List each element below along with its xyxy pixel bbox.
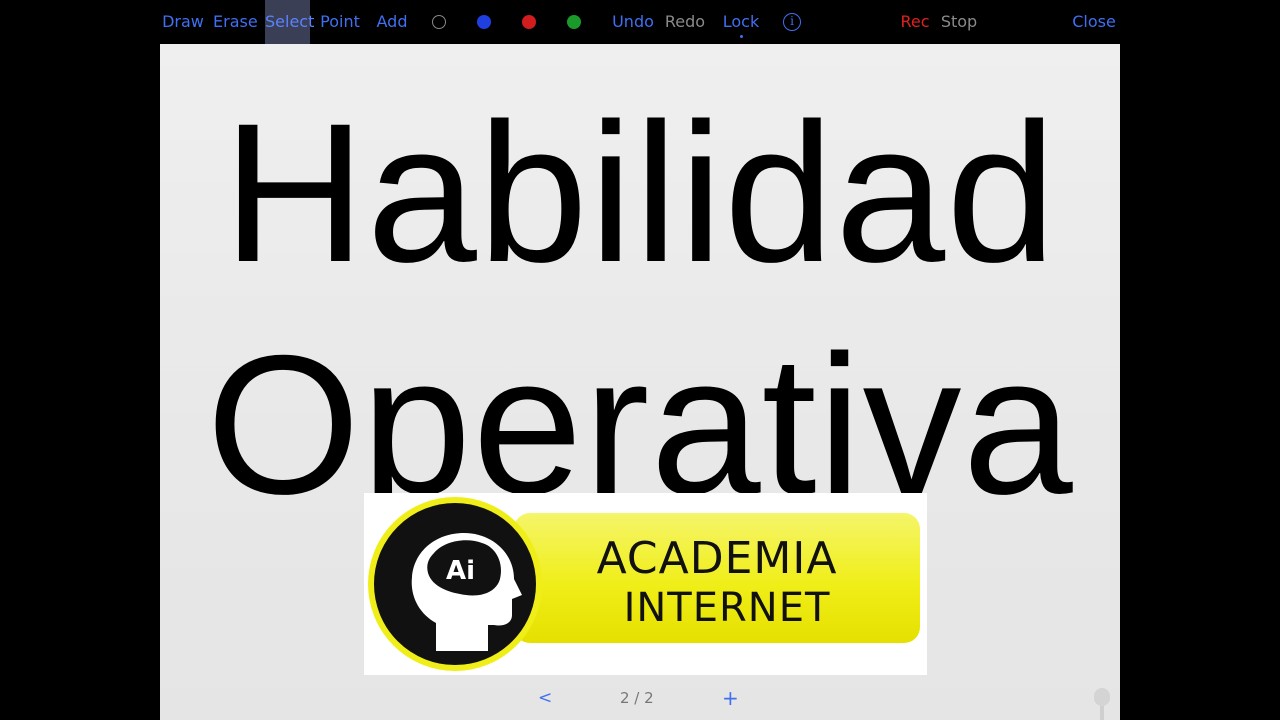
page-counter: 2 / 2 — [620, 689, 654, 707]
stop-button[interactable]: Stop — [940, 0, 978, 44]
logo-yellow-bar: ACADEMIA INTERNET — [514, 513, 920, 643]
slide-title-line-1: Habilidad — [222, 82, 1058, 303]
logo-circle: Ai — [368, 497, 542, 671]
add-button[interactable]: Add — [374, 0, 410, 44]
erase-button[interactable]: Erase — [213, 0, 258, 44]
color-black-swatch[interactable] — [432, 15, 446, 29]
color-blue-swatch[interactable] — [477, 15, 491, 29]
point-button[interactable]: Point — [319, 0, 361, 44]
lock-indicator-dot — [740, 35, 743, 38]
draw-button[interactable]: Draw — [160, 0, 206, 44]
select-button[interactable]: Select — [265, 0, 314, 44]
academia-internet-logo: ACADEMIA INTERNET Ai — [364, 493, 927, 675]
prev-page-button[interactable]: < — [538, 686, 552, 710]
logo-badge-text: Ai — [446, 556, 475, 586]
logo-text-internet: INTERNET — [623, 585, 831, 631]
color-red-swatch[interactable] — [522, 15, 536, 29]
info-icon[interactable]: i — [783, 13, 801, 31]
rec-button[interactable]: Rec — [898, 0, 932, 44]
redo-button[interactable]: Redo — [664, 0, 706, 44]
add-page-button[interactable]: + — [722, 686, 739, 710]
toolbar: Draw Erase Select Point Add Undo Redo Lo… — [0, 0, 1280, 44]
slide-canvas[interactable]: Habilidad Operativa ACADEMIA INTERNET Ai — [160, 44, 1120, 720]
head-silhouette-icon: Ai — [411, 533, 522, 651]
logo-text-academia: ACADEMIA — [596, 533, 838, 584]
undo-button[interactable]: Undo — [611, 0, 655, 44]
close-button[interactable]: Close — [1072, 0, 1116, 44]
color-green-swatch[interactable] — [567, 15, 581, 29]
microphone-icon[interactable] — [1092, 688, 1112, 720]
